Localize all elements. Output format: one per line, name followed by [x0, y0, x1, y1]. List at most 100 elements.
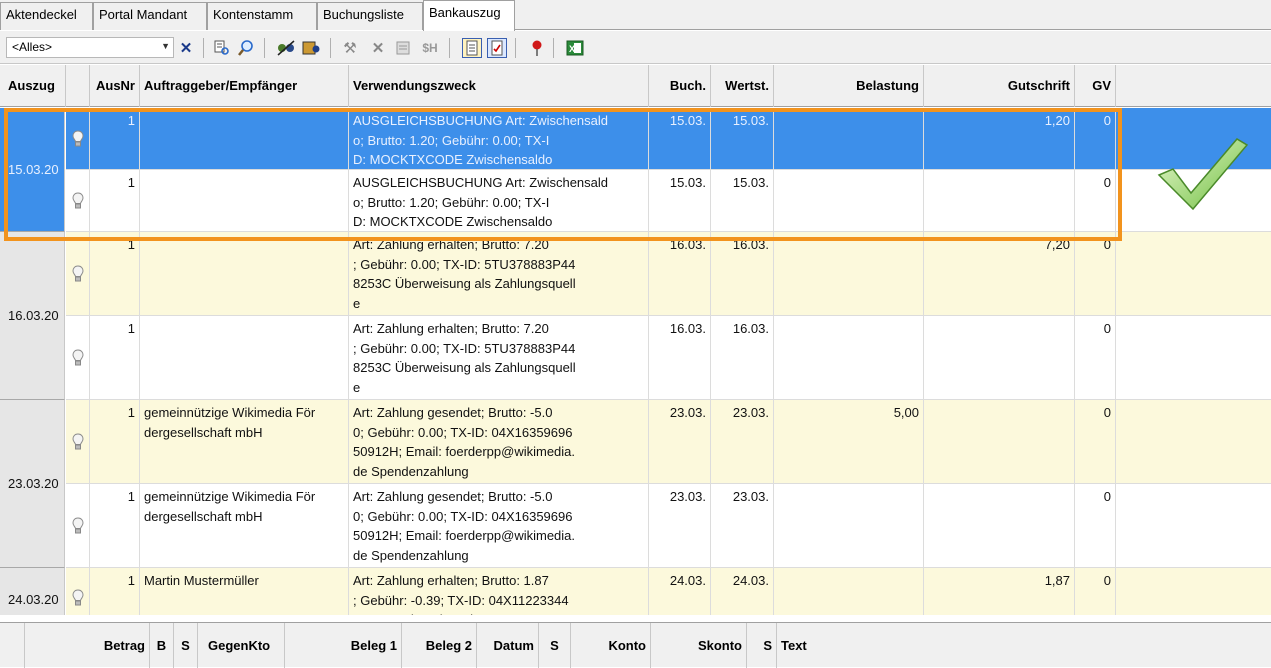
column-header-verwendungszweck[interactable]: Verwendungszweck — [349, 65, 649, 107]
status-cell — [66, 232, 90, 316]
row-filler — [1116, 568, 1271, 615]
cell-gv: 0 — [1075, 108, 1116, 170]
footer-column-skonto[interactable]: Skonto — [651, 623, 747, 668]
column-header-gv[interactable]: GV — [1075, 65, 1116, 107]
assign-icon[interactable] — [276, 38, 296, 58]
tab-bar: Aktendeckel Portal Mandant Kontenstamm B… — [0, 0, 1271, 31]
tools-icon[interactable]: ⚒ — [340, 38, 360, 58]
column-header-wertst[interactable]: Wertst. — [711, 65, 774, 107]
lightbulb-icon[interactable] — [66, 516, 89, 536]
footer-column-konto[interactable]: Konto — [571, 623, 651, 668]
filter-combobox[interactable]: <Alles> ▼ — [6, 37, 174, 58]
cell-gutschrift: 7,20 — [924, 232, 1075, 316]
book-icon[interactable] — [301, 38, 321, 58]
auszug-group[interactable]: 16.03.20 — [0, 232, 65, 400]
column-header-gutschrift[interactable]: Gutschrift — [924, 65, 1075, 107]
auszug-date: 15.03.20 — [8, 162, 59, 177]
toolbar-separator — [553, 38, 554, 58]
cell-ausnr: 1 — [90, 484, 140, 568]
cell-party: gemeinnützige Wikimedia För dergesellsch… — [140, 484, 349, 568]
cell-buch: 15.03. — [649, 170, 711, 232]
delete-icon[interactable]: ✕ — [368, 38, 388, 58]
column-header-belastung[interactable]: Belastung — [774, 65, 924, 107]
tab-kontenstamm[interactable]: Kontenstamm — [207, 2, 317, 30]
cell-wertst: 16.03. — [711, 316, 774, 400]
lightbulb-icon[interactable] — [66, 129, 89, 149]
bank-statement-grid[interactable]: 1 AUSGLEICHSBUCHUNG Art: Zwischensald o; … — [0, 108, 1271, 615]
footer-column-gegenkto[interactable]: GegenKto — [198, 623, 285, 668]
tab-aktendeckel[interactable]: Aktendeckel — [0, 2, 93, 30]
column-header-status[interactable] — [66, 65, 90, 107]
footer-column-b[interactable]: B — [150, 623, 174, 668]
cell-gutschrift — [924, 400, 1075, 484]
tab-bankauszug[interactable]: Bankauszug — [423, 0, 515, 31]
auszug-group[interactable]: 15.03.20 — [0, 108, 65, 232]
footer-column-s2[interactable]: S — [539, 623, 571, 668]
search-icon[interactable] — [212, 38, 232, 58]
column-header-ausnr[interactable]: AusNr — [90, 65, 140, 107]
cell-belastung — [774, 170, 924, 232]
auszug-group[interactable]: 23.03.20 — [0, 400, 65, 568]
cell-purpose: Art: Zahlung gesendet; Brutto: -5.0 0; G… — [349, 484, 649, 568]
cell-ausnr: 1 — [90, 232, 140, 316]
cell-party: gemeinnützige Wikimedia För dergesellsch… — [140, 400, 349, 484]
cell-purpose: Art: Zahlung erhalten; Brutto: 7.20 ; Ge… — [349, 316, 649, 400]
footer-column-text[interactable]: Text — [777, 623, 1271, 668]
sh-icon[interactable]: $H — [420, 38, 440, 58]
footer-column-blank — [0, 623, 25, 668]
svg-text:X: X — [569, 44, 575, 54]
lightbulb-icon[interactable] — [66, 264, 89, 284]
lightbulb-icon[interactable] — [66, 348, 89, 368]
row-filler — [1116, 316, 1271, 400]
cell-gv: 0 — [1075, 232, 1116, 316]
page-view-icon[interactable] — [462, 38, 482, 58]
cell-ausnr: 1 — [90, 568, 140, 615]
split-icon[interactable] — [394, 38, 414, 58]
lightbulb-icon[interactable] — [66, 191, 89, 211]
lightbulb-icon[interactable] — [66, 588, 89, 608]
cell-party — [140, 170, 349, 232]
cell-buch: 23.03. — [649, 484, 711, 568]
row-filler — [1116, 400, 1271, 484]
auszug-date: 16.03.20 — [8, 308, 59, 323]
pin-icon[interactable] — [527, 38, 547, 58]
tab-portal-mandant[interactable]: Portal Mandant — [93, 2, 207, 30]
toolbar: <Alles> ▼ ✕ ⚒ ✕ $H X — [0, 31, 1271, 64]
cell-belastung — [774, 568, 924, 615]
cell-buch: 16.03. — [649, 316, 711, 400]
footer-column-beleg1[interactable]: Beleg 1 — [285, 623, 402, 668]
toolbar-separator — [515, 38, 516, 58]
clear-filter-icon[interactable]: ✕ — [176, 38, 196, 58]
footer-column-datum[interactable]: Datum — [477, 623, 539, 668]
cell-buch: 16.03. — [649, 232, 711, 316]
footer-column-beleg2[interactable]: Beleg 2 — [402, 623, 477, 668]
footer-column-betrag[interactable]: Betrag — [25, 623, 150, 668]
status-cell — [66, 568, 90, 615]
zoom-icon[interactable] — [236, 38, 256, 58]
cell-belastung — [774, 232, 924, 316]
cell-purpose: Art: Zahlung erhalten; Brutto: 1.87 ; Ge… — [349, 568, 649, 615]
footer-column-s3[interactable]: S — [747, 623, 777, 668]
checklist-icon[interactable] — [487, 38, 507, 58]
cell-gv: 0 — [1075, 484, 1116, 568]
column-header-auftraggeber[interactable]: Auftraggeber/Empfänger — [140, 65, 349, 107]
footer-column-s[interactable]: S — [174, 623, 198, 668]
cell-party: Martin Mustermüller — [140, 568, 349, 615]
checkmark-icon — [1157, 138, 1249, 211]
lightbulb-icon[interactable] — [66, 432, 89, 452]
status-cell — [66, 400, 90, 484]
excel-export-icon[interactable]: X — [565, 38, 585, 58]
column-header-auszug[interactable]: Auszug — [0, 65, 66, 107]
cell-ausnr: 1 — [90, 316, 140, 400]
filter-value: <Alles> — [12, 40, 53, 54]
cell-buch: 15.03. — [649, 108, 711, 170]
cell-wertst: 15.03. — [711, 108, 774, 170]
toolbar-separator — [330, 38, 331, 58]
tab-buchungsliste[interactable]: Buchungsliste — [317, 2, 423, 30]
cell-wertst: 24.03. — [711, 568, 774, 615]
chevron-down-icon[interactable]: ▼ — [161, 41, 170, 51]
column-header-buch[interactable]: Buch. — [649, 65, 711, 107]
cell-purpose: Art: Zahlung gesendet; Brutto: -5.0 0; G… — [349, 400, 649, 484]
auszug-group[interactable]: 24.03.20 — [0, 568, 65, 615]
cell-purpose: AUSGLEICHSBUCHUNG Art: Zwischensald o; B… — [349, 170, 649, 232]
